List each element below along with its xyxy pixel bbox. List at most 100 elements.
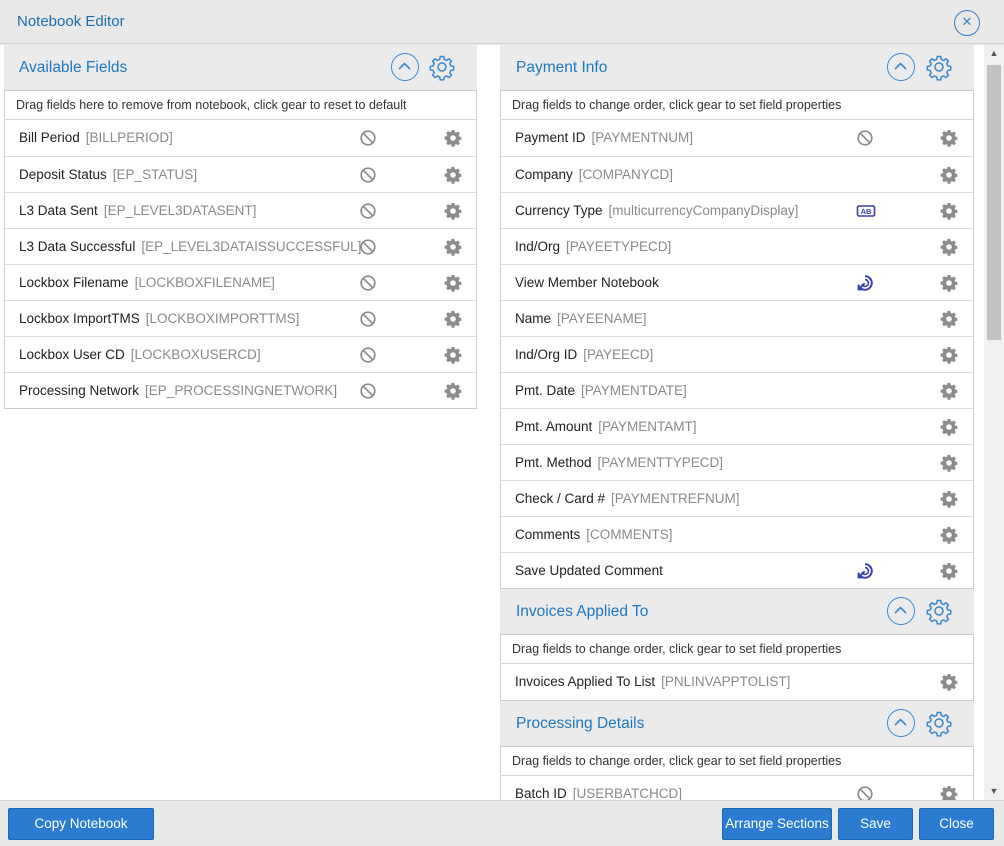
section-title: Payment Info [516,59,608,76]
field-name: L3 Data Successful [19,239,136,254]
field-name: Pmt. Method [515,455,592,470]
field-name: Bill Period [19,130,80,145]
field-row[interactable]: Ind/Org ID [PAYEECD] [501,336,973,372]
gear-icon[interactable] [940,382,958,400]
gear-icon[interactable] [940,454,958,472]
ban-icon[interactable] [359,129,377,147]
field-row[interactable]: Pmt. Date [PAYMENTDATE] [501,372,973,408]
field-row[interactable]: Payment ID [PAYMENTNUM] [501,120,973,156]
field-row[interactable]: Batch ID [USERBATCHCD] [501,776,973,800]
ban-icon[interactable] [359,274,377,292]
field-name: Pmt. Amount [515,419,593,434]
close-button[interactable]: Close [919,808,994,840]
field-code: [PNLINVAPPTOLIST] [661,674,791,689]
gear-icon[interactable] [940,129,958,147]
settings-gear-icon[interactable] [924,52,954,82]
notebook-sections: Payment Info Drag fields to change order… [500,45,974,800]
section-header: Payment Info [500,45,974,90]
gear-icon[interactable] [940,202,958,220]
link-icon[interactable] [856,562,874,580]
collapse-icon[interactable] [887,597,915,625]
ban-icon[interactable] [359,310,377,328]
ban-icon[interactable] [359,382,377,400]
content-area: Available Fields Drag fields here to rem… [0,45,1004,800]
gear-icon[interactable] [940,562,958,580]
gear-icon[interactable] [444,129,462,147]
ban-icon[interactable] [359,238,377,256]
field-row[interactable]: Lockbox ImportTMS [LOCKBOXIMPORTTMS] [5,300,476,336]
collapse-icon[interactable] [887,53,915,81]
field-row[interactable]: Invoices Applied To List [PNLINVAPPTOLIST… [501,664,973,700]
gear-icon[interactable] [940,310,958,328]
gear-icon[interactable] [940,490,958,508]
ban-icon[interactable] [856,129,874,147]
settings-gear-icon[interactable] [924,596,954,626]
field-name: Company [515,167,573,182]
scroll-down-icon[interactable]: ▼ [984,783,1004,800]
field-row[interactable]: Lockbox User CD [LOCKBOXUSERCD] [5,336,476,372]
field-row[interactable]: Name [PAYEENAME] [501,300,973,336]
field-label: Payment ID [PAYMENTNUM] [515,130,693,145]
gear-icon[interactable] [444,346,462,364]
scroll-up-icon[interactable]: ▲ [984,45,1004,62]
gear-icon[interactable] [940,526,958,544]
gear-icon[interactable] [444,202,462,220]
gear-icon[interactable] [940,418,958,436]
field-row[interactable]: Bill Period [BILLPERIOD] [5,120,476,156]
processing-field-list: Batch ID [USERBATCHCD] [500,775,974,800]
close-icon[interactable]: ✕ [954,10,980,36]
window-title: Notebook Editor [17,13,125,30]
field-label: Ind/Org ID [PAYEECD] [515,347,653,362]
field-code: [PAYEECD] [583,347,654,362]
ban-icon[interactable] [359,166,377,184]
gear-icon[interactable] [940,274,958,292]
gear-icon[interactable] [940,238,958,256]
field-row[interactable]: Pmt. Method [PAYMENTTYPECD] [501,444,973,480]
field-code: [PAYEETYPECD] [566,239,672,254]
field-row[interactable]: Lockbox Filename [LOCKBOXFILENAME] [5,264,476,300]
field-row[interactable]: Processing Network [EP_PROCESSINGNETWORK] [5,372,476,408]
field-label: L3 Data Successful [EP_LEVEL3DATAISSUCCES… [19,239,361,254]
collapse-icon[interactable] [887,709,915,737]
gear-icon[interactable] [444,166,462,184]
text-field-icon[interactable]: AB [856,202,876,220]
gear-icon[interactable] [940,785,958,800]
gear-icon[interactable] [940,346,958,364]
gear-icon[interactable] [444,238,462,256]
field-row[interactable]: Company [COMPANYCD] [501,156,973,192]
gear-icon[interactable] [940,673,958,691]
save-button[interactable]: Save [838,808,913,840]
field-label: Processing Network [EP_PROCESSINGNETWORK] [19,383,337,398]
gear-icon[interactable] [444,274,462,292]
copy-notebook-settings-button[interactable]: Copy Notebook Settings [8,808,154,840]
field-label: Lockbox User CD [LOCKBOXUSERCD] [19,347,261,362]
field-label: Lockbox Filename [LOCKBOXFILENAME] [19,275,275,290]
available-fields-panel: Available Fields Drag fields here to rem… [4,45,477,409]
scroll-thumb[interactable] [987,65,1001,340]
payment-field-list: Payment ID [PAYMENTNUM] Company [COMPANYCD]… [500,119,974,589]
field-row[interactable]: Check / Card # [PAYMENTREFNUM] [501,480,973,516]
field-row[interactable]: View Member Notebook [501,264,973,300]
field-code: [LOCKBOXIMPORTTMS] [145,311,300,326]
ban-icon[interactable] [359,346,377,364]
gear-icon[interactable] [444,382,462,400]
settings-gear-icon[interactable] [924,708,954,738]
field-row[interactable]: L3 Data Sent [EP_LEVEL3DATASENT] [5,192,476,228]
ban-icon[interactable] [359,202,377,220]
field-row[interactable]: Currency Type [multicurrencyCompanyDispla… [501,192,973,228]
ban-icon[interactable] [856,785,874,800]
link-icon[interactable] [856,274,874,292]
field-row[interactable]: Deposit Status [EP_STATUS] [5,156,476,192]
field-row[interactable]: L3 Data Successful [EP_LEVEL3DATAISSUCCES… [5,228,476,264]
field-row[interactable]: Save Updated Comment [501,552,973,588]
field-row[interactable]: Ind/Org [PAYEETYPECD] [501,228,973,264]
gear-icon[interactable] [940,166,958,184]
vertical-scrollbar[interactable]: ▲ ▼ [984,45,1004,800]
settings-gear-icon[interactable] [427,52,457,82]
gear-icon[interactable] [444,310,462,328]
collapse-icon[interactable] [391,53,419,81]
field-label: Bill Period [BILLPERIOD] [19,130,173,145]
arrange-sections-button[interactable]: Arrange Sections [722,808,832,840]
field-row[interactable]: Pmt. Amount [PAYMENTAMT] [501,408,973,444]
field-row[interactable]: Comments [COMMENTS] [501,516,973,552]
